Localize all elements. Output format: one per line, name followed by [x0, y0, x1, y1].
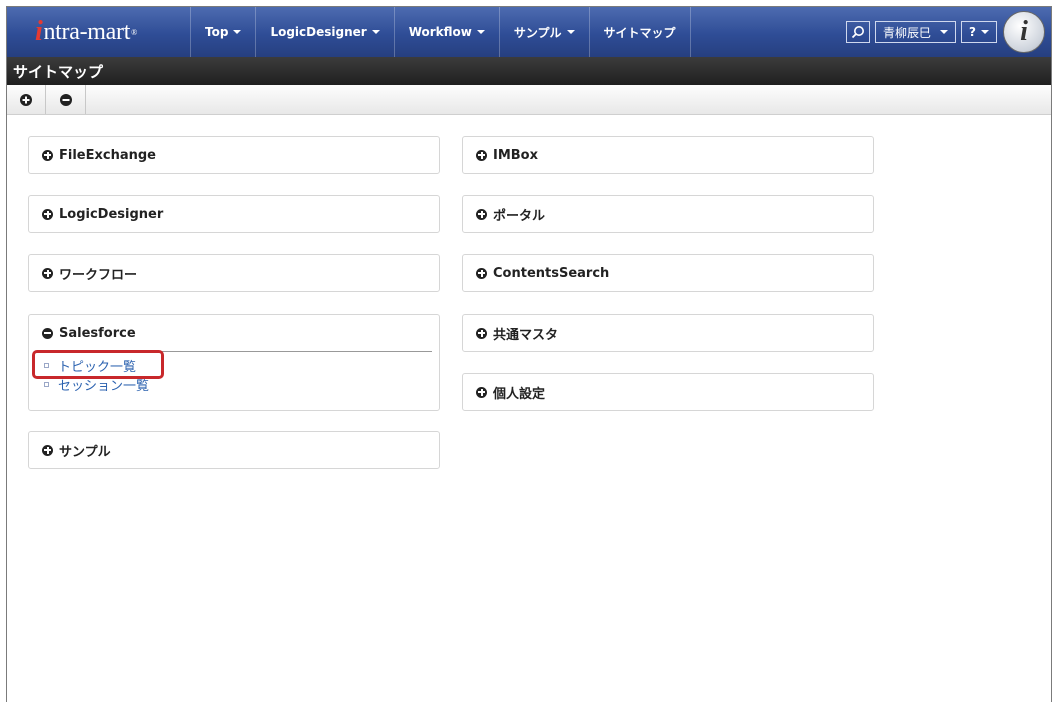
page-title: サイトマップ	[13, 62, 104, 81]
panel-header[interactable]: ワークフロー	[29, 255, 439, 291]
expand-icon	[476, 149, 487, 161]
nav-item-label: Workflow	[408, 25, 472, 39]
panel-title: LogicDesigner	[59, 206, 164, 222]
caret-down-icon	[476, 30, 485, 34]
panel-header[interactable]: Salesforce	[29, 315, 439, 351]
nav-item-label: Top	[205, 25, 229, 39]
main-menu: Top LogicDesigner Workflow サンプル サイトマップ	[190, 7, 691, 57]
panel-title: ワークフロー	[59, 267, 138, 283]
expand-icon	[476, 386, 487, 398]
salesforce-link-list: トピック一覧 セッション一覧	[29, 352, 439, 398]
caret-down-icon	[940, 30, 948, 34]
sitemap-panel-workflow: ワークフロー	[28, 254, 440, 292]
help-menu-button[interactable]: ?	[961, 21, 997, 43]
panel-title: Salesforce	[59, 325, 136, 341]
search-button[interactable]	[845, 21, 870, 43]
collapse-all-button[interactable]	[46, 85, 86, 114]
bullet-square-icon	[44, 363, 49, 368]
nav-item-sample[interactable]: サンプル	[498, 7, 589, 57]
intra-mart-logo[interactable]: i ntra-mart ®	[7, 7, 190, 57]
sitemap-panel-sample: サンプル	[28, 431, 440, 469]
sitemap-panel-salesforce: Salesforce トピック一覧 セッション一覧	[28, 314, 440, 411]
sitemap-panel-fileexchange: FileExchange	[28, 136, 440, 174]
help-label: ?	[969, 25, 976, 39]
panel-header[interactable]: ContentsSearch	[463, 255, 873, 291]
nav-item-label: LogicDesigner	[270, 25, 367, 39]
panel-title: ポータル	[493, 208, 546, 224]
logo-mark: i	[35, 16, 43, 47]
expand-icon	[42, 208, 53, 220]
link-label: トピック一覧	[58, 360, 137, 375]
nav-item-logicdesigner[interactable]: LogicDesigner	[255, 7, 393, 57]
sitemap-panel-contentssearch: ContentsSearch	[462, 254, 874, 292]
minus-circle-icon	[59, 93, 72, 106]
panel-header[interactable]: 個人設定	[463, 374, 873, 410]
logo-text: ntra-mart	[43, 18, 131, 45]
expand-all-button[interactable]	[7, 85, 46, 114]
link-label: セッション一覧	[58, 379, 150, 394]
panel-title: FileExchange	[59, 147, 156, 163]
header-right-controls: 青柳辰巳 ? i	[845, 7, 1051, 57]
user-menu-button[interactable]: 青柳辰巳	[874, 21, 956, 43]
panel-header[interactable]: IMBox	[463, 137, 873, 173]
panel-title: 個人設定	[493, 386, 546, 402]
sitemap-toolbar	[7, 85, 1051, 115]
expand-icon	[476, 327, 487, 339]
search-icon	[851, 26, 864, 39]
brand-badge-icon: i	[1003, 11, 1045, 53]
collapse-icon	[42, 327, 53, 339]
panel-header[interactable]: LogicDesigner	[29, 196, 439, 232]
nav-item-label: サンプル	[513, 25, 562, 40]
plus-circle-icon	[20, 93, 32, 106]
bullet-square-icon	[44, 382, 49, 387]
panel-header[interactable]: サンプル	[29, 432, 439, 468]
sitemap-panel-logicdesigner: LogicDesigner	[28, 195, 440, 233]
nav-item-workflow[interactable]: Workflow	[393, 7, 499, 57]
expand-icon	[42, 267, 53, 279]
caret-down-icon	[566, 30, 575, 34]
page-title-bar: サイトマップ	[7, 57, 1051, 85]
panel-title: IMBox	[493, 147, 538, 163]
expand-icon	[476, 208, 487, 220]
top-navigation-bar: i ntra-mart ® Top LogicDesigner Workflow サ…	[7, 7, 1051, 57]
expand-icon	[42, 149, 53, 161]
sitemap-panel-imbox: IMBox	[462, 136, 874, 174]
logo-registered-mark: ®	[131, 27, 137, 37]
expand-icon	[476, 267, 487, 279]
nav-item-sitemap[interactable]: サイトマップ	[588, 7, 691, 57]
expand-icon	[42, 444, 53, 456]
caret-down-icon	[233, 30, 242, 34]
panel-title: 共通マスタ	[493, 327, 559, 343]
caret-down-icon	[371, 30, 380, 34]
link-topic-list[interactable]: トピック一覧	[40, 356, 439, 375]
sitemap-panel-common-master: 共通マスタ	[462, 314, 874, 352]
panel-header[interactable]: ポータル	[463, 196, 873, 232]
panel-header[interactable]: 共通マスタ	[463, 315, 873, 351]
brand-badge-glyph: i	[1020, 16, 1028, 47]
app-window: i ntra-mart ® Top LogicDesigner Workflow サ…	[6, 6, 1052, 702]
nav-item-label: サイトマップ	[603, 25, 676, 40]
sitemap-panel-portal: ポータル	[462, 195, 874, 233]
panel-title: ContentsSearch	[493, 265, 610, 281]
link-session-list[interactable]: セッション一覧	[40, 375, 439, 394]
panel-header[interactable]: FileExchange	[29, 137, 439, 173]
caret-down-icon	[980, 30, 989, 34]
nav-item-top[interactable]: Top	[190, 7, 255, 57]
panel-title: サンプル	[59, 444, 111, 460]
sitemap-panel-personal-settings: 個人設定	[462, 373, 874, 411]
user-name: 青柳辰巳	[882, 25, 931, 40]
